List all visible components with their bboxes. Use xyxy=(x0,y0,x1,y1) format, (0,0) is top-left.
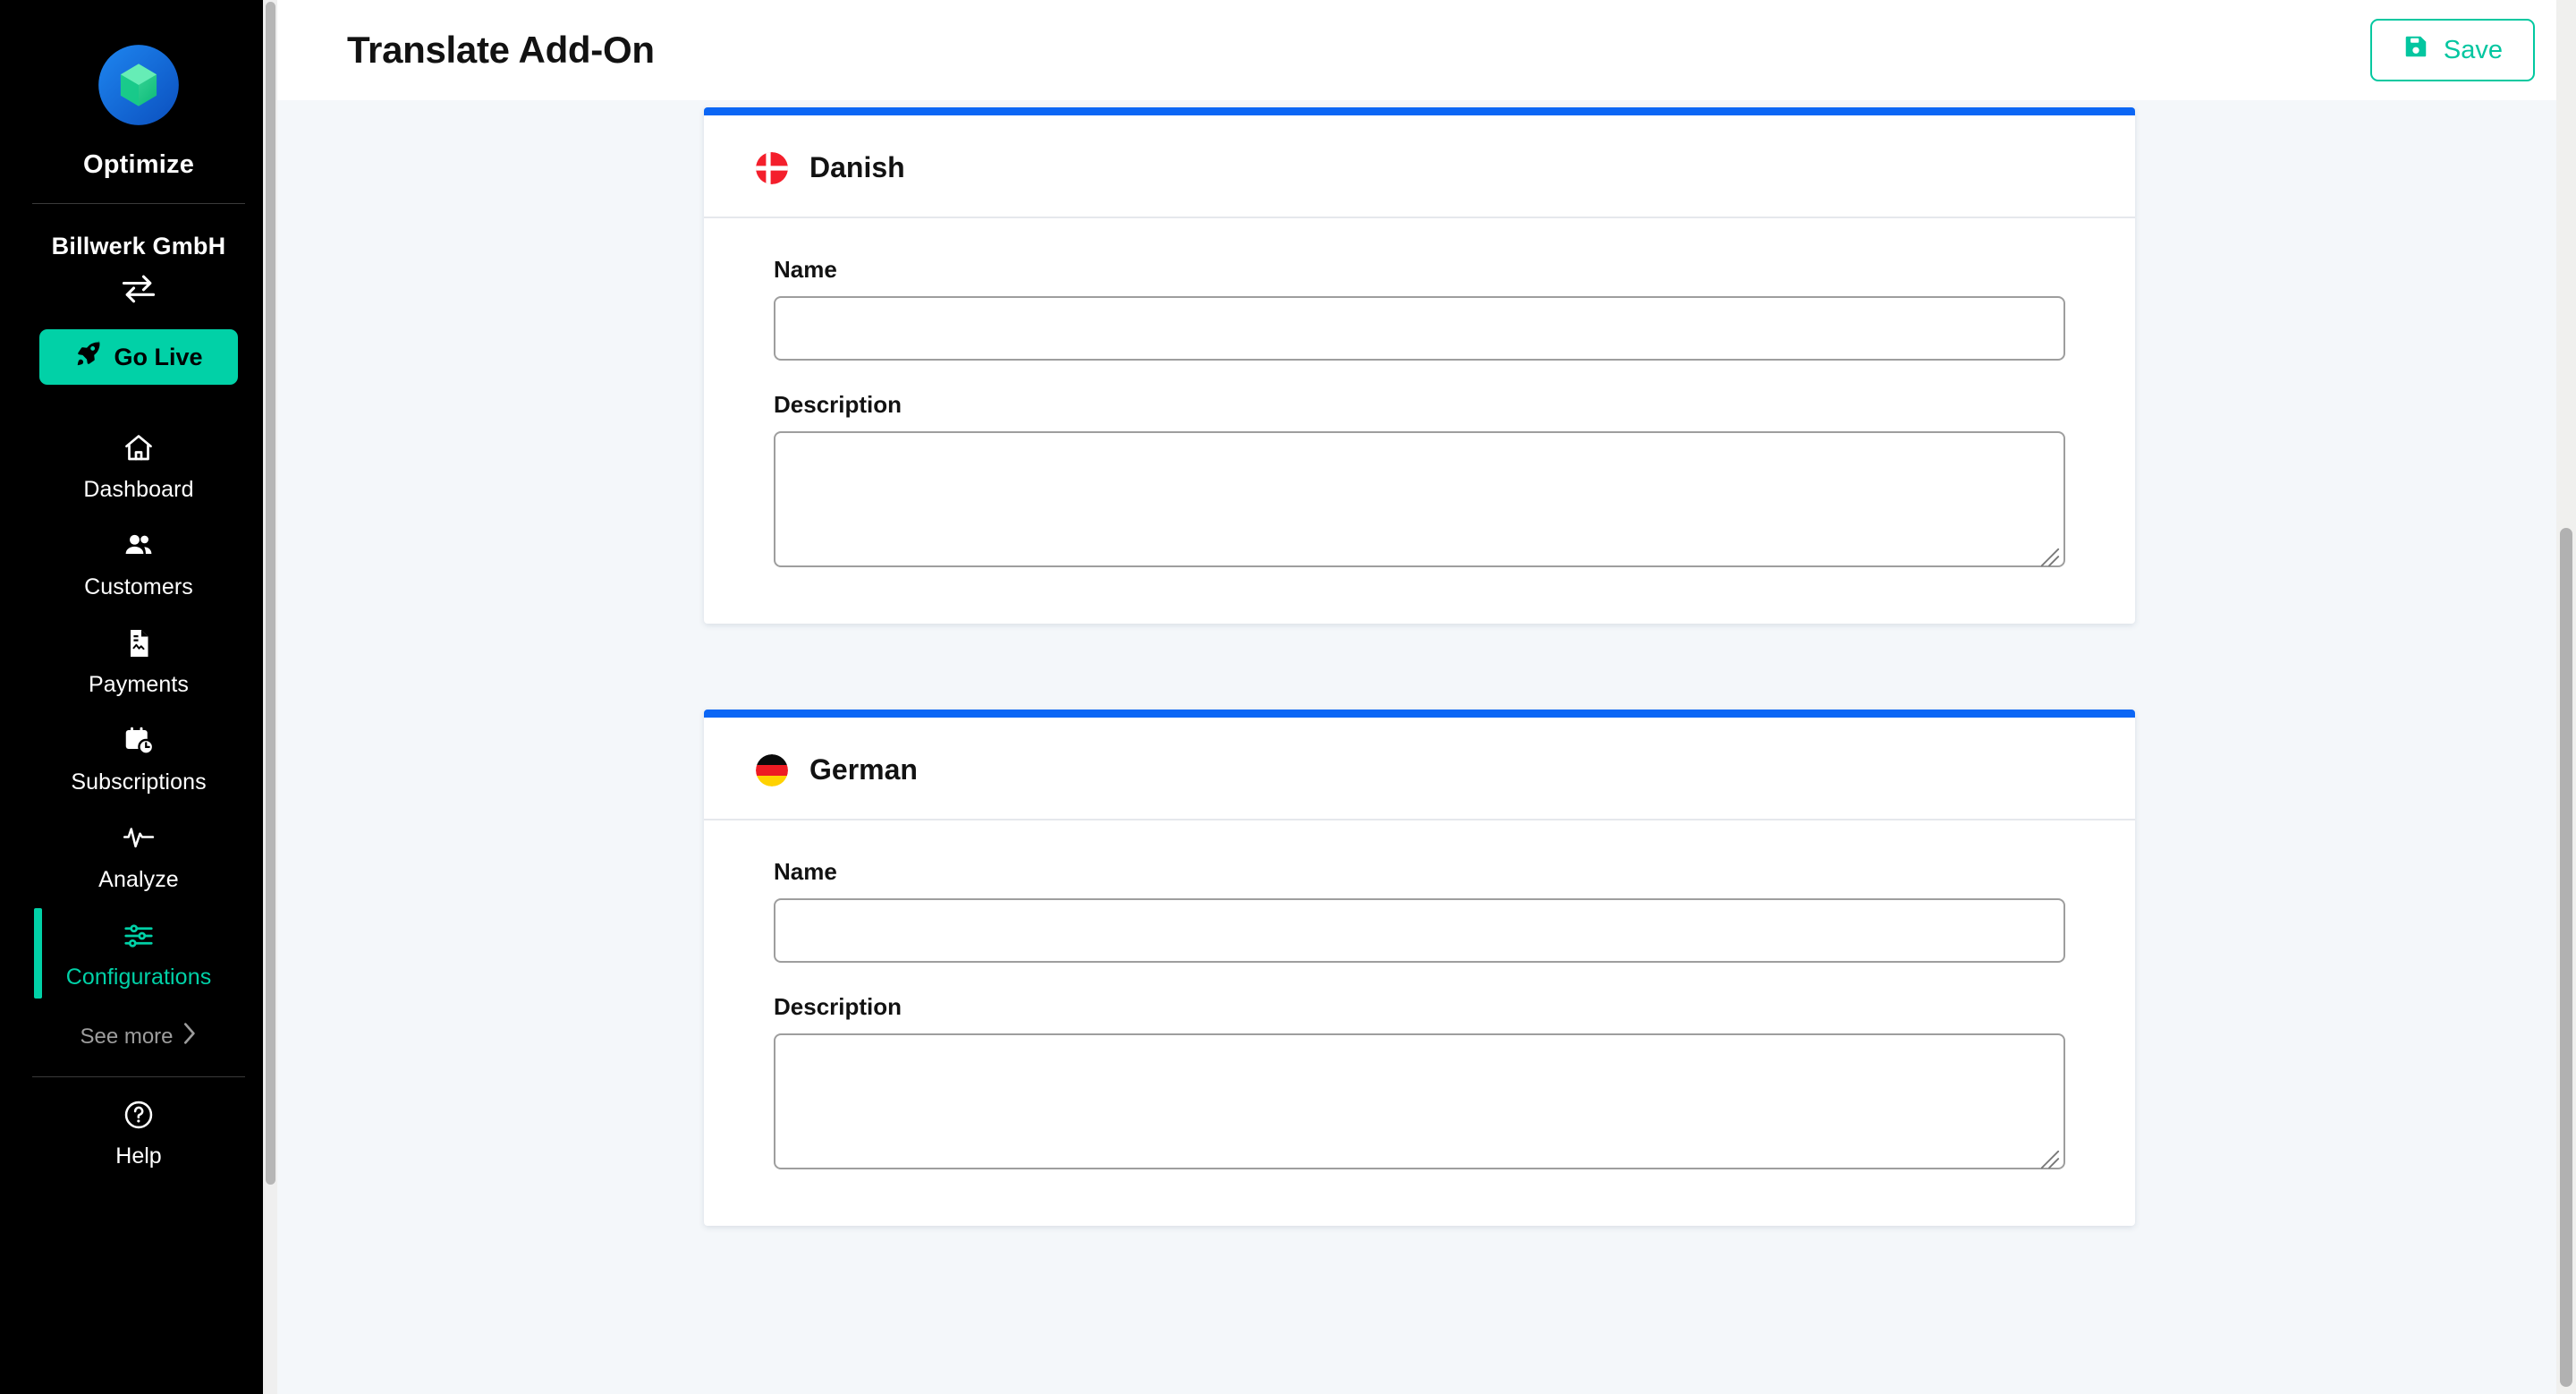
description-textarea[interactable] xyxy=(774,1033,2065,1169)
go-live-label: Go Live xyxy=(114,343,203,370)
card-spacer xyxy=(277,624,2562,710)
calendar-clock-icon xyxy=(123,725,155,761)
description-label: Description xyxy=(774,391,902,418)
sidebar: Optimize Billwerk GmbH Go Live Dashboard… xyxy=(0,0,277,1394)
top-spacer xyxy=(277,100,2562,107)
sidebar-item-label: Configurations xyxy=(65,965,212,990)
translation-card-danish: Danish Name Description xyxy=(704,107,2135,624)
main-scrollbar[interactable] xyxy=(2556,0,2576,1394)
name-label: Name xyxy=(774,858,837,885)
sidebar-item-help[interactable]: Help xyxy=(0,1077,277,1169)
switch-organization-button[interactable] xyxy=(0,273,277,308)
description-label: Description xyxy=(774,993,902,1020)
app-root: Optimize Billwerk GmbH Go Live Dashboard… xyxy=(0,0,2576,1394)
name-input[interactable] xyxy=(774,898,2065,963)
swap-arrows-icon xyxy=(119,273,158,308)
optimize-logo-icon xyxy=(86,32,191,138)
card-body: Name Description xyxy=(704,820,2135,1226)
sidebar-scrollbar-thumb[interactable] xyxy=(266,2,275,1185)
flag-denmark-icon xyxy=(756,151,788,184)
sidebar-item-label: Analyze xyxy=(98,867,179,892)
pulse-icon xyxy=(123,822,155,859)
users-icon xyxy=(123,530,155,566)
name-label: Name xyxy=(774,256,837,283)
chevron-right-icon xyxy=(182,1022,198,1051)
description-field-group: Description xyxy=(774,391,2065,572)
content-scroll-area[interactable]: Danish Name Description German Name Desc… xyxy=(277,100,2562,1394)
main-scrollbar-thumb[interactable] xyxy=(2560,528,2572,1387)
go-live-button[interactable]: Go Live xyxy=(39,329,238,385)
sliders-icon xyxy=(123,920,155,956)
description-field-group: Description xyxy=(774,993,2065,1174)
save-button[interactable]: Save xyxy=(2369,19,2535,81)
home-icon xyxy=(123,432,155,469)
floppy-disk-icon xyxy=(2402,33,2429,67)
flag-germany-icon xyxy=(756,753,788,786)
question-circle-icon xyxy=(123,1099,155,1135)
sidebar-item-customers[interactable]: Customers xyxy=(0,514,277,612)
card-body: Name Description xyxy=(704,218,2135,624)
top-bar: Translate Add-On Save xyxy=(277,0,2576,100)
sidebar-item-analyze[interactable]: Analyze xyxy=(0,807,277,905)
card-header: Danish xyxy=(704,115,2135,218)
description-textarea[interactable] xyxy=(774,431,2065,567)
sidebar-item-payments[interactable]: Payments xyxy=(0,612,277,710)
card-header: German xyxy=(704,718,2135,820)
see-more-label: See more xyxy=(80,1024,174,1049)
document-icon xyxy=(123,627,155,664)
save-label: Save xyxy=(2443,35,2503,64)
sidebar-scrollbar[interactable] xyxy=(263,0,277,1394)
sidebar-item-dashboard[interactable]: Dashboard xyxy=(0,417,277,514)
language-name: German xyxy=(809,753,918,786)
logo-container xyxy=(0,32,277,138)
sidebar-item-configurations[interactable]: Configurations xyxy=(0,905,277,1002)
main-area: Translate Add-On Save Danish Name Descri… xyxy=(277,0,2576,1394)
product-name: Optimize xyxy=(82,150,195,179)
name-input[interactable] xyxy=(774,296,2065,361)
organization-name: Billwerk GmbH xyxy=(51,233,226,259)
see-more-button[interactable]: See more xyxy=(0,1022,277,1051)
sidebar-nav: Dashboard Customers Payments Subscriptio… xyxy=(0,417,277,1002)
page-title: Translate Add-On xyxy=(347,29,655,71)
sidebar-item-label: Payments xyxy=(89,672,189,697)
rocket-icon xyxy=(74,340,102,374)
name-field-group: Name xyxy=(774,256,2065,361)
sidebar-item-label: Dashboard xyxy=(83,477,194,502)
translation-card-german: German Name Description xyxy=(704,710,2135,1226)
sidebar-item-label: Customers xyxy=(84,574,193,599)
sidebar-item-label: Help xyxy=(115,1143,162,1169)
sidebar-item-subscriptions[interactable]: Subscriptions xyxy=(0,710,277,807)
sidebar-item-label: Subscriptions xyxy=(71,769,207,795)
name-field-group: Name xyxy=(774,858,2065,963)
sidebar-divider-top xyxy=(32,203,245,204)
language-name: Danish xyxy=(809,151,905,183)
